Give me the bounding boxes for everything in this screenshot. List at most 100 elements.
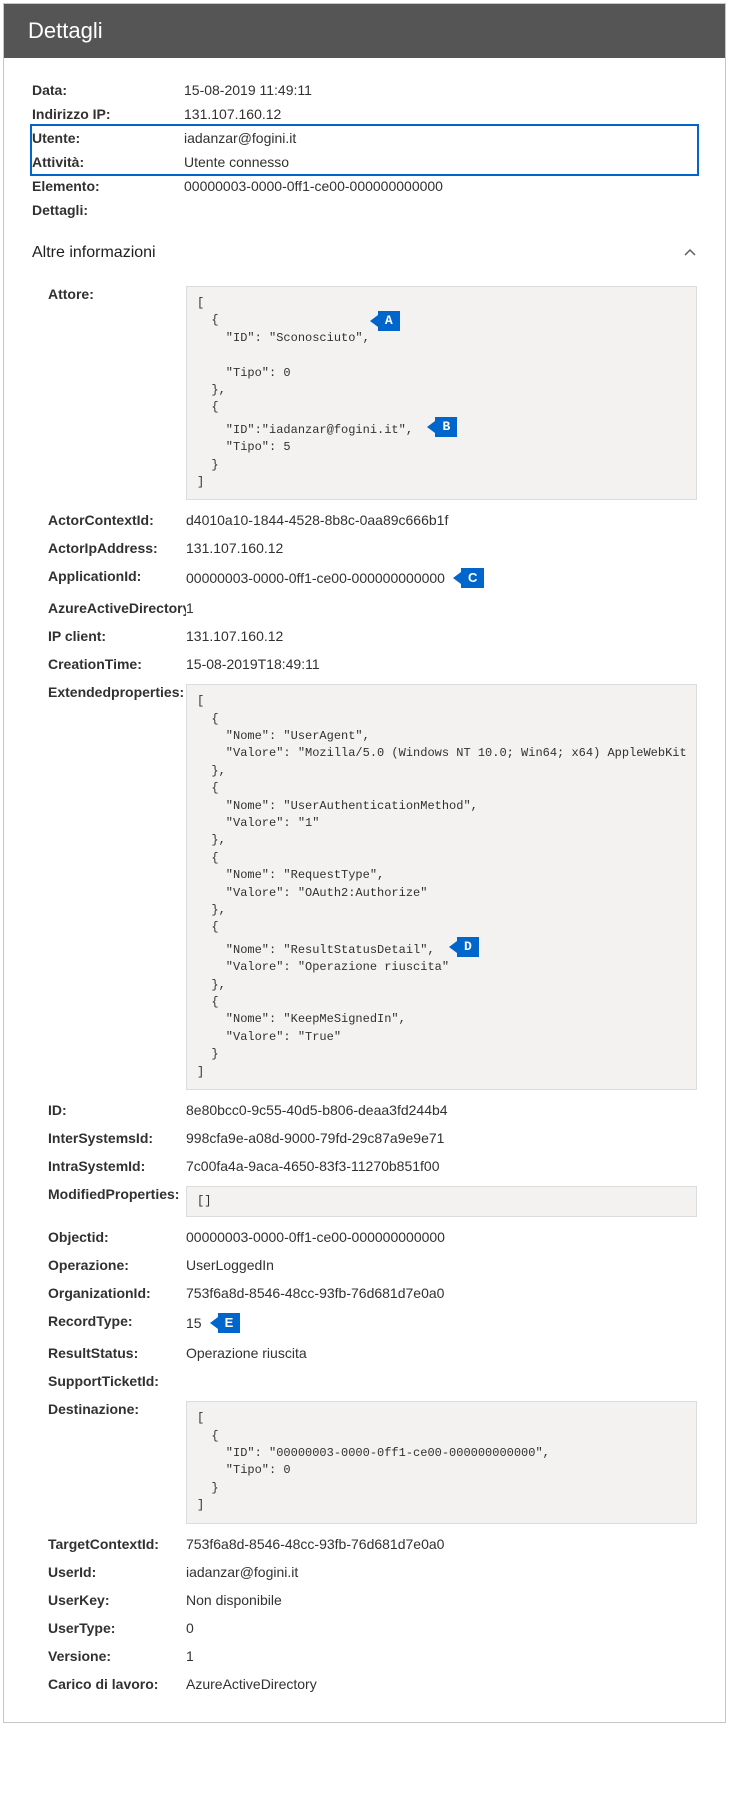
- value-org: 753f6a8d-8546-48cc-93fb-76d681d7e0a0: [186, 1285, 697, 1301]
- row-dettagli: Dettagli:: [32, 198, 697, 222]
- row-ipclient: IP client: 131.107.160.12: [48, 622, 697, 650]
- row-work: Carico di lavoro: AzureActiveDirectory: [48, 1670, 697, 1698]
- row-tctx: TargetContextId: 753f6a8d-8546-48cc-93fb…: [48, 1530, 697, 1558]
- callout-e: E: [210, 1313, 241, 1333]
- row-op: Operazione: UserLoggedIn: [48, 1251, 697, 1279]
- row-inter: InterSystemsId: 998cfa9e-a08d-9000-79fd-…: [48, 1124, 697, 1152]
- row-attore: Attore: [ { "ID": "Sconosciuto", A "Tipo…: [48, 280, 697, 506]
- row-aad: AzureActiveDirectoryEventType: 1: [48, 594, 697, 622]
- label-intra: IntraSystemId:: [48, 1158, 186, 1174]
- code-attore[interactable]: [ { "ID": "Sconosciuto", A "Tipo": 0 }, …: [186, 286, 697, 500]
- label-ticket: SupportTicketId:: [48, 1373, 186, 1389]
- label-ipclient: IP client:: [48, 628, 186, 644]
- callout-c: C: [453, 568, 484, 588]
- value-actorcontext: d4010a10-1844-4528-8b8c-0aa89c666b1f: [186, 512, 697, 528]
- label-id: ID:: [48, 1102, 186, 1118]
- code-mod[interactable]: []: [186, 1186, 697, 1217]
- value-inter: 998cfa9e-a08d-9000-79fd-29c87a9e9e71: [186, 1130, 697, 1146]
- panel-body: Data: 15-08-2019 11:49:11 Indirizzo IP: …: [4, 58, 725, 1722]
- value-aad: 1: [186, 600, 697, 616]
- callout-a: A: [370, 311, 400, 331]
- label-rt: RecordType:: [48, 1313, 186, 1329]
- value-obj: 00000003-0000-0ff1-ce00-000000000000: [186, 1229, 697, 1245]
- label-actorip: ActorIpAddress:: [48, 540, 186, 556]
- label-tctx: TargetContextId:: [48, 1536, 186, 1552]
- section-toggle-more-info[interactable]: Altre informazioni: [32, 244, 697, 262]
- label-data: Data:: [32, 82, 184, 98]
- panel-header: Dettagli: [4, 4, 725, 58]
- value-id: 8e80bcc0-9c55-40d5-b806-deaa3fd244b4: [186, 1102, 697, 1118]
- value-user: iadanzar@fogini.it: [184, 130, 697, 146]
- label-rs: ResultStatus:: [48, 1345, 186, 1361]
- label-op: Operazione:: [48, 1257, 186, 1273]
- row-utype: UserType: 0: [48, 1614, 697, 1642]
- more-info-section: Attore: [ { "ID": "Sconosciuto", A "Tipo…: [32, 280, 697, 1698]
- label-dettagli: Dettagli:: [32, 202, 184, 218]
- value-elemento: 00000003-0000-0ff1-ce00-000000000000: [184, 178, 697, 194]
- row-ver: Versione: 1: [48, 1642, 697, 1670]
- value-appid: 00000003-0000-0ff1-ce00-000000000000 C: [186, 568, 697, 588]
- value-intra: 7c00fa4a-9aca-4650-83f3-11270b851f00: [186, 1158, 697, 1174]
- callout-d: D: [449, 937, 479, 957]
- label-dest: Destinazione:: [48, 1401, 186, 1417]
- code-ext[interactable]: [ { "Nome": "UserAgent", "Valore": "Mozi…: [186, 684, 697, 1090]
- value-activity: Utente connesso: [184, 154, 697, 170]
- label-ver: Versione:: [48, 1648, 186, 1664]
- value-rt: 15 E: [186, 1313, 697, 1333]
- value-utype: 0: [186, 1620, 697, 1636]
- label-inter: InterSystemsId:: [48, 1130, 186, 1146]
- details-panel: Dettagli Data: 15-08-2019 11:49:11 Indir…: [3, 3, 726, 1723]
- value-ipclient: 131.107.160.12: [186, 628, 697, 644]
- row-obj: Objectid: 00000003-0000-0ff1-ce00-000000…: [48, 1223, 697, 1251]
- value-work: AzureActiveDirectory: [186, 1676, 697, 1692]
- row-ip: Indirizzo IP: 131.107.160.12: [32, 102, 697, 126]
- row-id: ID: 8e80bcc0-9c55-40d5-b806-deaa3fd244b4: [48, 1096, 697, 1124]
- value-ver: 1: [186, 1648, 697, 1664]
- row-creation: CreationTime: 15-08-2019T18:49:11: [48, 650, 697, 678]
- label-ip: Indirizzo IP:: [32, 106, 184, 122]
- label-mod: ModifiedProperties:: [48, 1186, 186, 1202]
- value-data: 15-08-2019 11:49:11: [184, 82, 697, 98]
- label-activity: Attività:: [32, 154, 184, 170]
- value-uid: iadanzar@fogini.it: [186, 1564, 697, 1580]
- label-attore: Attore:: [48, 286, 186, 302]
- label-ukey: UserKey:: [48, 1592, 186, 1608]
- row-user: Utente: iadanzar@fogini.it: [32, 126, 697, 150]
- row-uid: UserId: iadanzar@fogini.it: [48, 1558, 697, 1586]
- row-intra: IntraSystemId: 7c00fa4a-9aca-4650-83f3-1…: [48, 1152, 697, 1180]
- highlighted-user-activity: Utente: iadanzar@fogini.it Attività: Ute…: [30, 124, 699, 176]
- row-rs: ResultStatus: Operazione riuscita: [48, 1339, 697, 1367]
- value-ukey: Non disponibile: [186, 1592, 697, 1608]
- row-ext: Extendedproperties: [ { "Nome": "UserAge…: [48, 678, 697, 1096]
- label-elemento: Elemento:: [32, 178, 184, 194]
- value-ip: 131.107.160.12: [184, 106, 697, 122]
- row-appid: ApplicationId: 00000003-0000-0ff1-ce00-0…: [48, 562, 697, 594]
- label-org: OrganizationId:: [48, 1285, 186, 1301]
- row-activity: Attività: Utente connesso: [32, 150, 697, 174]
- label-actorcontext: ActorContextId:: [48, 512, 186, 528]
- label-ext: Extendedproperties:: [48, 684, 186, 700]
- row-dest: Destinazione: [ { "ID": "00000003-0000-0…: [48, 1395, 697, 1529]
- row-actorcontext: ActorContextId: d4010a10-1844-4528-8b8c-…: [48, 506, 697, 534]
- callout-b: B: [427, 417, 457, 437]
- label-utype: UserType:: [48, 1620, 186, 1636]
- label-work: Carico di lavoro:: [48, 1676, 186, 1692]
- row-elemento: Elemento: 00000003-0000-0ff1-ce00-000000…: [32, 174, 697, 198]
- value-op: UserLoggedIn: [186, 1257, 697, 1273]
- label-aad[interactable]: AzureActiveDirectoryEventType:: [48, 600, 186, 616]
- value-tctx: 753f6a8d-8546-48cc-93fb-76d681d7e0a0: [186, 1536, 697, 1552]
- label-obj: Objectid:: [48, 1229, 186, 1245]
- label-user: Utente:: [32, 130, 184, 146]
- label-uid: UserId:: [48, 1564, 186, 1580]
- panel-title: Dettagli: [28, 18, 103, 43]
- code-dest[interactable]: [ { "ID": "00000003-0000-0ff1-ce00-00000…: [186, 1401, 697, 1523]
- section-title-text: Altre informazioni: [32, 244, 156, 262]
- chevron-up-icon: [683, 246, 697, 260]
- row-rt: RecordType: 15 E: [48, 1307, 697, 1339]
- label-creation: CreationTime:: [48, 656, 186, 672]
- row-ukey: UserKey: Non disponibile: [48, 1586, 697, 1614]
- row-org: OrganizationId: 753f6a8d-8546-48cc-93fb-…: [48, 1279, 697, 1307]
- row-actorip: ActorIpAddress: 131.107.160.12: [48, 534, 697, 562]
- value-creation: 15-08-2019T18:49:11: [186, 656, 697, 672]
- row-ticket: SupportTicketId:: [48, 1367, 697, 1395]
